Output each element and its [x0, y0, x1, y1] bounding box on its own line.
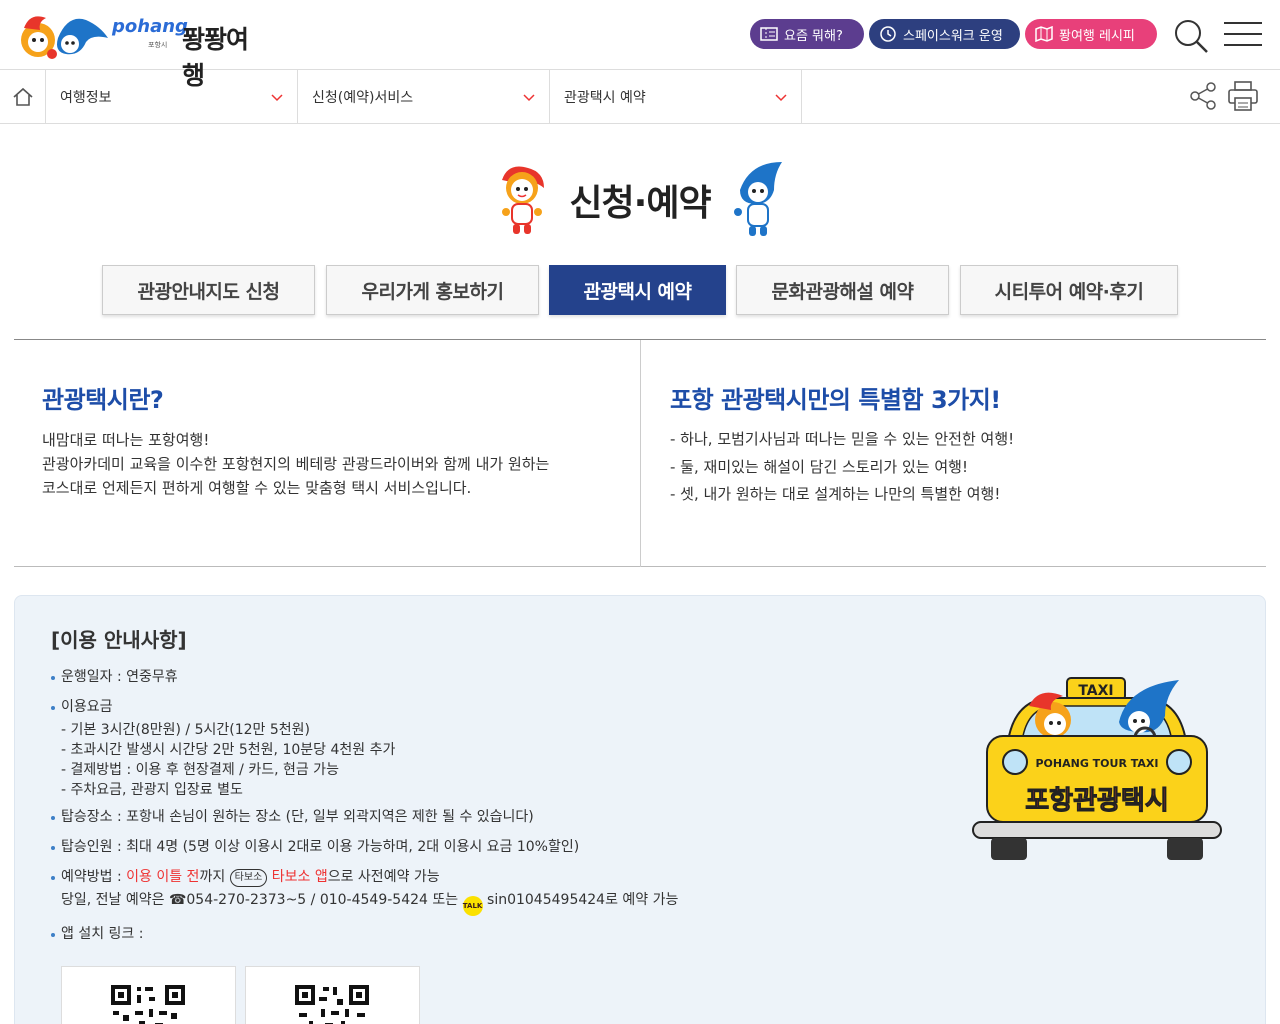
- spacewalk-button[interactable]: 스페이스워크 운영: [869, 19, 1020, 49]
- tab-label: 관광안내지도 신청: [137, 280, 280, 303]
- search-icon[interactable]: [1173, 18, 1209, 54]
- breadcrumb-label: 관광택시 예약: [564, 89, 646, 106]
- tab-tour-map-request[interactable]: 관광안내지도 신청: [102, 265, 315, 315]
- text-line: 내맘대로 떠나는 포항여행!: [42, 431, 210, 449]
- usage-info-title: [이용 안내사항]: [51, 628, 187, 652]
- breadcrumb-label: 여행정보: [60, 89, 112, 106]
- qr-code-icon: [293, 983, 371, 1024]
- reservation-deadline: 이용 이틀 전: [126, 869, 200, 885]
- list-item: - 셋, 내가 원하는 대로 설계하는 나만의 특별한 여행!: [670, 485, 1001, 503]
- usage-info-box: [이용 안내사항] 운행일자 : 연중무휴 이용요금 - 기본 3시간(8만원)…: [14, 595, 1266, 1024]
- recipe-button[interactable]: 퐝여행 레시피: [1025, 19, 1157, 49]
- sameday-reservation-line: 당일, 전날 예약은 ☎054-270-2373~5 / 010-4549-54…: [49, 889, 949, 916]
- taxi-plate-ko: 포항관광택시: [1025, 786, 1169, 816]
- kakao-id: sin01045495424로 예약 가능: [487, 892, 679, 908]
- tab-label: 우리가게 홍보하기: [361, 280, 504, 303]
- tab-culture-guide-reservation[interactable]: 문화관광해설 예약: [736, 265, 949, 315]
- fee-line: - 주차요금, 관광지 입장료 별도: [61, 782, 243, 798]
- column-divider: [640, 340, 641, 567]
- hamburger-menu-icon[interactable]: [1224, 20, 1262, 48]
- mascot-red-icon: [502, 166, 544, 234]
- kakaotalk-icon: TALK: [462, 896, 483, 916]
- site-header: pohang 포항시 퐝퐝여행 요즘 뭐해? 스페이스워크 운영 퐝여행 레시피: [0, 0, 1280, 90]
- breadcrumb-item-travel-info[interactable]: 여행정보: [46, 70, 298, 123]
- tab-label: 관광택시 예약: [583, 280, 693, 303]
- recipe-label: 퐝여행 레시피: [1059, 28, 1135, 44]
- tab-tour-taxi-reservation[interactable]: 관광택시 예약: [549, 265, 726, 315]
- taxi-plate-en: POHANG TOUR TAXI: [1035, 757, 1158, 770]
- list-item: - 둘, 재미있는 해설이 담긴 스토리가 있는 여행!: [670, 457, 968, 476]
- qr-card-ios[interactable]: [245, 966, 420, 1024]
- whats-up-label: 요즘 뭐해?: [784, 28, 843, 44]
- logo-city-text: 포항시: [148, 41, 168, 49]
- tabosu-app-icon: 타보소: [229, 869, 268, 887]
- breadcrumb: 여행정보 신청(예약)서비스 관광택시 예약: [0, 70, 1280, 124]
- reservation-label: 예약방법 :: [61, 869, 127, 885]
- chevron-down-icon: [523, 94, 535, 102]
- app-link-item: 앱 설치 링크 :: [49, 923, 949, 946]
- qr-code-icon: [109, 983, 187, 1024]
- qr-card-android[interactable]: [61, 966, 236, 1024]
- usage-info-list: 운행일자 : 연중무휴 이용요금 - 기본 3시간(8만원) / 5시간(12만…: [49, 666, 949, 946]
- list-item: - 하나, 모범기사님과 떠나는 믿을 수 있는 안전한 여행!: [670, 430, 1015, 448]
- logo-en-text: pohang: [112, 16, 188, 37]
- tour-taxi-illustration: TAXI POHANG TOUR TAXI 포항관광택시: [972, 677, 1222, 860]
- map-icon: [1035, 26, 1053, 42]
- fee-line: - 초과시간 발생시 시간당 2만 5천원, 10분당 4천원 추가: [61, 742, 396, 758]
- text-line: 관광아카데미 교육을 이수한 포항현지의 베테랑 관광드라이버와 함께 내가 원…: [42, 455, 550, 473]
- mascot-blue-icon: [734, 162, 782, 236]
- tab-label: 문화관광해설 예약: [771, 280, 914, 303]
- tabosu-app-link[interactable]: 타보소 앱: [272, 869, 328, 885]
- taxi-sign-text: TAXI: [1078, 683, 1113, 699]
- what-is-tour-taxi-heading: 관광택시란?: [42, 386, 164, 414]
- home-icon: [12, 87, 33, 106]
- tab-label: 시티투어 예약·후기: [994, 280, 1144, 303]
- tab-store-promotion[interactable]: 우리가게 홍보하기: [326, 265, 539, 315]
- chevron-down-icon: [775, 94, 787, 102]
- fee-line: - 결제방법 : 이용 후 현장결제 / 카드, 현금 가능: [61, 762, 339, 778]
- breadcrumb-item-reservation-service[interactable]: 신청(예약)서비스: [298, 70, 550, 123]
- text-line: 코스대로 언제든지 편하게 여행할 수 있는 맞춤형 택시 서비스입니다.: [42, 479, 472, 497]
- breadcrumb-label: 신청(예약)서비스: [312, 89, 414, 106]
- fee-line: - 기본 3시간(8만원) / 5시간(12만 5천원): [61, 722, 310, 738]
- breadcrumb-item-tour-taxi[interactable]: 관광택시 예약: [550, 70, 802, 123]
- spacewalk-label: 스페이스워크 운영: [903, 28, 1003, 44]
- reservation-end: 으로 사전예약 가능: [327, 869, 440, 885]
- intro-section: 관광택시란? 내맘대로 떠나는 포항여행! 관광아카데미 교육을 이수한 포항현…: [14, 339, 1266, 567]
- reservation-method-item: 예약방법 : 이용 이틀 전까지 타보소 타보소 앱으로 사전예약 가능: [49, 866, 949, 889]
- page-title: 신청·예약: [569, 183, 711, 224]
- ticket-icon: [760, 27, 778, 41]
- site-logo[interactable]: pohang 포항시 퐝퐝여행: [16, 6, 266, 90]
- chevron-down-icon: [271, 94, 283, 102]
- print-icon[interactable]: [1226, 80, 1260, 112]
- phone-numbers: 당일, 전날 예약은 ☎054-270-2373~5 / 010-4549-54…: [61, 892, 463, 908]
- pickup-item: 탑승장소 : 포항내 손님이 원하는 장소 (단, 일부 외곽지역은 제한 될 …: [49, 806, 949, 829]
- fee-title-item: 이용요금: [49, 696, 949, 719]
- capacity-item: 탑승인원 : 최대 4명 (5명 이상 이용시 2대로 이용 가능하며, 2대 …: [49, 836, 949, 859]
- schedule-item: 운행일자 : 연중무휴: [49, 666, 949, 689]
- share-icon[interactable]: [1188, 81, 1218, 111]
- mascot-logo-icon: [21, 16, 108, 59]
- home-button[interactable]: [0, 70, 46, 123]
- special-points-list: - 하나, 모범기사님과 떠나는 믿을 수 있는 안전한 여행! - 둘, 재미…: [670, 426, 1230, 509]
- what-is-tour-taxi-text: 내맘대로 떠나는 포항여행! 관광아카데미 교육을 이수한 포항현지의 베테랑 …: [42, 428, 612, 500]
- page-heading: 신청·예약: [0, 152, 1280, 242]
- clock-icon: [880, 26, 896, 42]
- tab-city-tour-reservation[interactable]: 시티투어 예약·후기: [960, 265, 1178, 315]
- special-points-heading: 포항 관광택시만의 특별함 3가지!: [670, 386, 1001, 414]
- reservation-mid: 까지: [199, 869, 230, 885]
- whats-up-button[interactable]: 요즘 뭐해?: [750, 19, 864, 49]
